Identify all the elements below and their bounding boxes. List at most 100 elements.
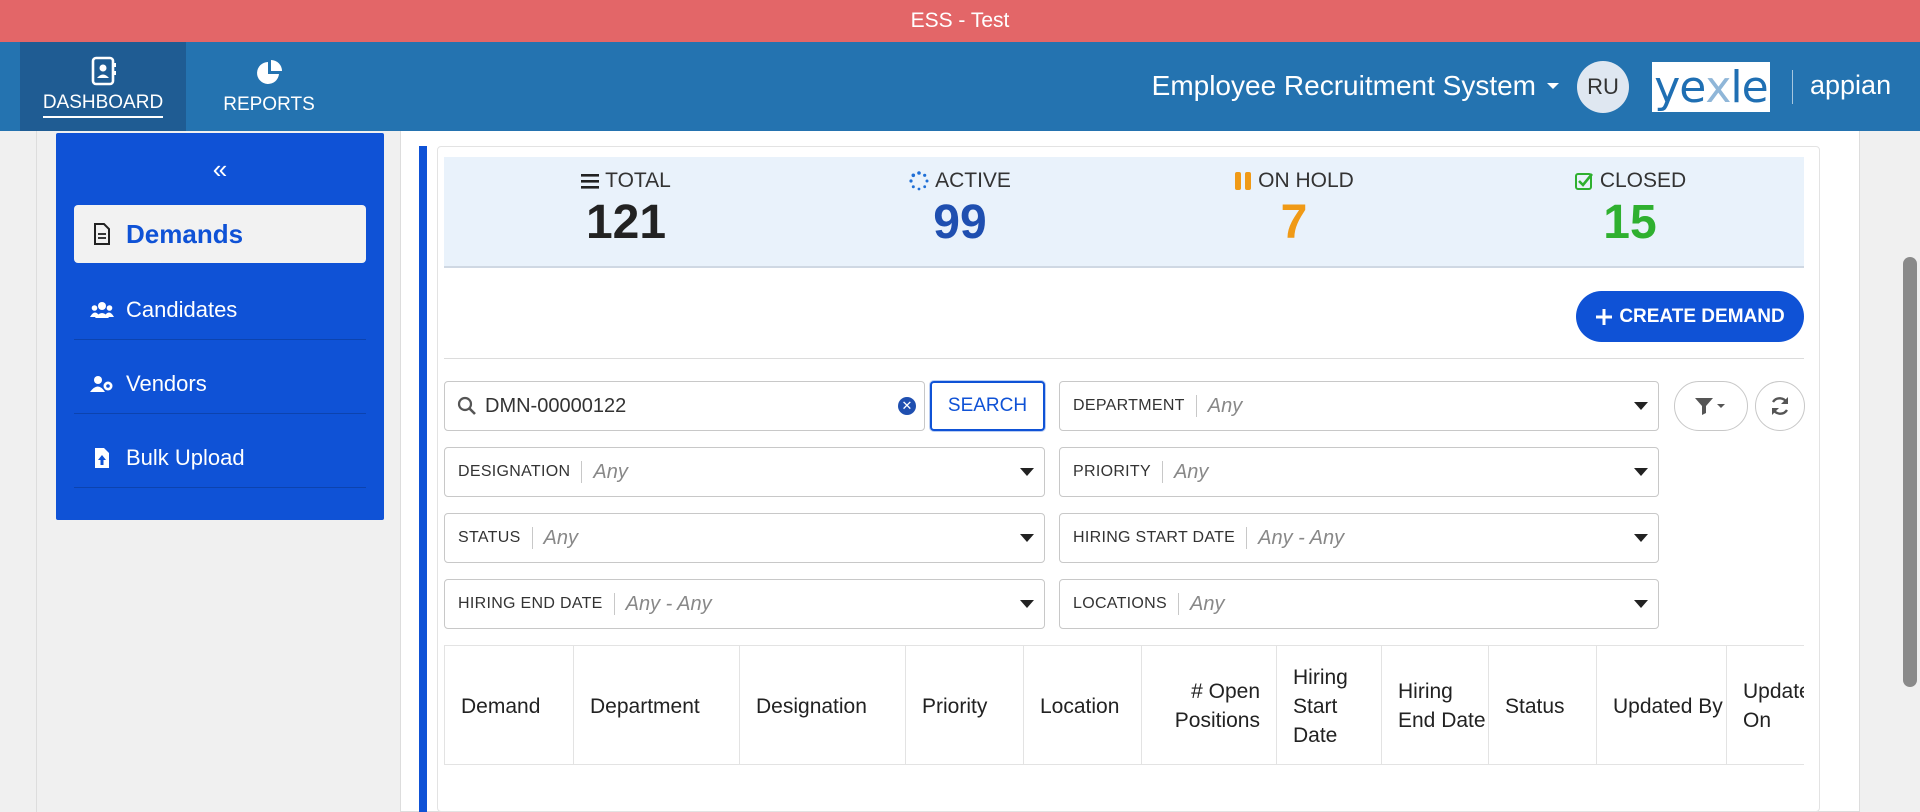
filter-label: HIRING END DATE (458, 593, 615, 615)
kpi-closed[interactable]: CLOSED 15 (1480, 169, 1780, 250)
sidebar-item-bulk-upload[interactable]: Bulk Upload (74, 429, 366, 487)
caret-down-icon (1020, 600, 1034, 608)
tab-dashboard[interactable]: DASHBOARD (20, 42, 186, 131)
sidebar-item-demands[interactable]: Demands (74, 205, 366, 263)
kpi-label: ACTIVE (935, 169, 1011, 192)
pie-chart-icon (257, 59, 282, 84)
search-button-label: SEARCH (947, 395, 1028, 416)
create-demand-button[interactable]: CREATE DEMAND (1576, 291, 1804, 342)
caret-down-icon (1634, 600, 1648, 608)
demands-table-header: Demand Department Designation Priority L… (444, 645, 1804, 765)
column-header-hiring-start-date[interactable]: Hiring Start Date (1277, 646, 1382, 764)
search-button[interactable]: SEARCH (930, 381, 1045, 431)
logo-part: x (1705, 61, 1731, 113)
column-header-text: Hiring Start Date (1293, 665, 1348, 747)
kpi-value: 99 (933, 196, 987, 249)
page-scrollbar[interactable] (1900, 131, 1920, 812)
filter-value: Any (543, 526, 579, 549)
column-header-open-positions[interactable]: # Open Positions (1142, 646, 1277, 764)
department-filter[interactable]: DEPARTMENT Any (1059, 381, 1659, 431)
funnel-icon (1695, 398, 1725, 415)
column-header-updated-by[interactable]: Updated By (1597, 646, 1727, 764)
tab-reports[interactable]: REPORTS (186, 42, 352, 131)
filter-menu-button[interactable] (1674, 381, 1748, 431)
app-title-menu[interactable]: Employee Recruitment System (1152, 70, 1560, 102)
status-filter[interactable]: STATUS Any (444, 513, 1045, 563)
document-icon (90, 222, 114, 246)
column-header-status[interactable]: Status (1489, 646, 1597, 764)
sidebar-item-label: Vendors (126, 371, 207, 396)
filter-label: LOCATIONS (1073, 593, 1179, 615)
column-header-text: Status (1505, 694, 1565, 718)
column-header-location[interactable]: Location (1024, 646, 1142, 764)
hiring-end-date-filter[interactable]: HIRING END DATE Any - Any (444, 579, 1045, 629)
filter-label: DEPARTMENT (1073, 395, 1197, 417)
app-title: Employee Recruitment System (1151, 70, 1536, 101)
column-header-demand[interactable]: Demand (444, 646, 574, 764)
check-square-icon (1574, 173, 1593, 190)
designation-filter[interactable]: DESIGNATION Any (444, 447, 1045, 497)
collapse-icon[interactable]: « (208, 154, 232, 184)
column-header-updated-on[interactable]: Updated On (1727, 646, 1804, 764)
caret-down-icon (1634, 534, 1648, 542)
search-input[interactable]: DMN-00000122 ✕ (444, 381, 925, 431)
accent-bar (419, 146, 427, 812)
logo-divider (1792, 70, 1793, 104)
locations-filter[interactable]: LOCATIONS Any (1059, 579, 1659, 629)
kpi-label: TOTAL (605, 169, 671, 192)
divider (444, 358, 1804, 359)
file-upload-icon (90, 446, 114, 470)
spinner-icon (909, 171, 929, 191)
refresh-icon (1771, 397, 1789, 415)
kpi-value: 121 (585, 196, 667, 249)
kpi-value: 15 (1603, 196, 1657, 249)
scrollbar-thumb[interactable] (1903, 257, 1917, 687)
sidebar: « Demands Candidates Vendors Bulk Upload (56, 133, 384, 520)
filter-value: Any (1173, 460, 1209, 483)
hiring-start-date-filter[interactable]: HIRING START DATE Any - Any (1059, 513, 1659, 563)
kpi-total[interactable]: TOTAL 121 (476, 169, 776, 250)
kpi-on-hold[interactable]: ON HOLD 7 (1144, 169, 1444, 250)
sidebar-item-label: Bulk Upload (126, 445, 245, 470)
sidebar-item-label: Candidates (126, 297, 238, 322)
column-header-designation[interactable]: Designation (740, 646, 906, 764)
kpi-summary: TOTAL 121 ACTIVE 99 ON HOLD 7 CLOSED 15 (444, 157, 1804, 268)
column-header-text: Location (1040, 694, 1120, 718)
environment-bar: ESS - Test (0, 0, 1920, 42)
column-header-priority[interactable]: Priority (906, 646, 1024, 764)
top-nav: DASHBOARD REPORTS Employee Recruitment S… (0, 42, 1920, 131)
column-header-text: Department (590, 694, 700, 718)
logo-part: ye (1654, 61, 1706, 113)
filter-value: Any - Any (1258, 526, 1345, 549)
contact-book-icon (91, 56, 116, 85)
plus-icon (1596, 308, 1613, 325)
clear-search-icon[interactable]: ✕ (898, 397, 916, 415)
user-gear-icon (90, 372, 114, 396)
filter-label: PRIORITY (1073, 461, 1163, 483)
tab-reports-label: REPORTS (223, 93, 315, 115)
column-header-hiring-end-date[interactable]: Hiring End Date (1382, 646, 1489, 764)
divider (74, 487, 366, 488)
avatar[interactable]: RU (1577, 61, 1629, 113)
caret-down-icon (1020, 468, 1034, 476)
kpi-active[interactable]: ACTIVE 99 (810, 169, 1110, 250)
filter-label: STATUS (458, 527, 533, 549)
caret-down-icon (1020, 534, 1034, 542)
refresh-button[interactable] (1755, 381, 1805, 431)
create-demand-label: CREATE DEMAND (1619, 305, 1785, 327)
list-icon (581, 174, 600, 189)
filter-value: Any (593, 460, 628, 483)
filter-label: DESIGNATION (458, 461, 583, 483)
kpi-label: ON HOLD (1258, 169, 1354, 192)
sidebar-item-candidates[interactable]: Candidates (74, 281, 366, 339)
sidebar-item-vendors[interactable]: Vendors (74, 355, 366, 413)
yexle-logo: ye x le (1652, 61, 1770, 113)
kpi-value: 7 (1280, 196, 1308, 249)
avatar-initials: RU (1587, 74, 1619, 99)
priority-filter[interactable]: PRIORITY Any (1059, 447, 1659, 497)
column-header-department[interactable]: Department (574, 646, 740, 764)
column-header-text: Designation (756, 694, 867, 718)
tab-dashboard-label: DASHBOARD (42, 92, 164, 118)
environment-title: ESS - Test (910, 9, 1010, 32)
column-header-text: # Open Positions (1174, 680, 1260, 732)
